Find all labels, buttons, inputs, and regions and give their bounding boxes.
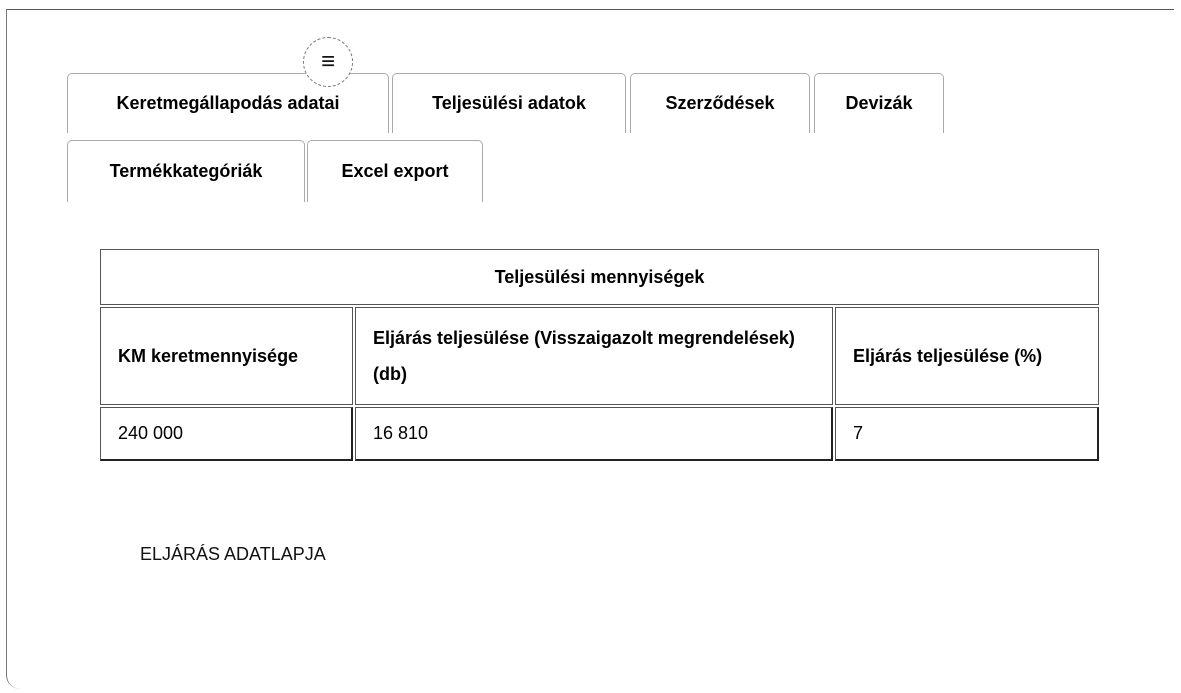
table-cell: 7 [835,407,1099,461]
table-cell: 16 810 [355,407,833,461]
tab-label: Keretmegállapodás adatai [116,93,340,113]
tab-excel-export[interactable]: Excel export [307,140,483,202]
table-title: Teljesülési mennyiségek [100,249,1099,305]
column-header: Eljárás teljesülése (Visszaigazolt megre… [355,307,833,405]
tab-label: Devizák [845,93,913,113]
column-header: Eljárás teljesülése (%) [835,307,1099,405]
tab-label: Szerződések [665,93,775,113]
tab-devizak[interactable]: Devizák [814,73,944,133]
tab-termekkategoriak[interactable]: Termékkategóriák [67,140,305,202]
teljesulesi-mennyisegek-table: Teljesülési mennyiségek KM keretmennyisé… [98,247,1101,463]
table-cell: 240 000 [100,407,353,461]
column-header: KM keretmennyisége [100,307,353,405]
tab-label: Teljesülési adatok [432,93,586,113]
eljaras-adatlapja-link[interactable]: ELJÁRÁS ADATLAPJA [140,544,326,565]
tab-label: Excel export [341,161,449,181]
table-row: 240 000 16 810 7 [100,407,1099,461]
tab-szerzodesek[interactable]: Szerződések [630,73,810,133]
hamburger-menu-icon[interactable]: ≡ [303,37,353,87]
tab-teljesulesi-adatok[interactable]: Teljesülési adatok [392,73,626,133]
tab-label: Termékkategóriák [109,161,263,181]
